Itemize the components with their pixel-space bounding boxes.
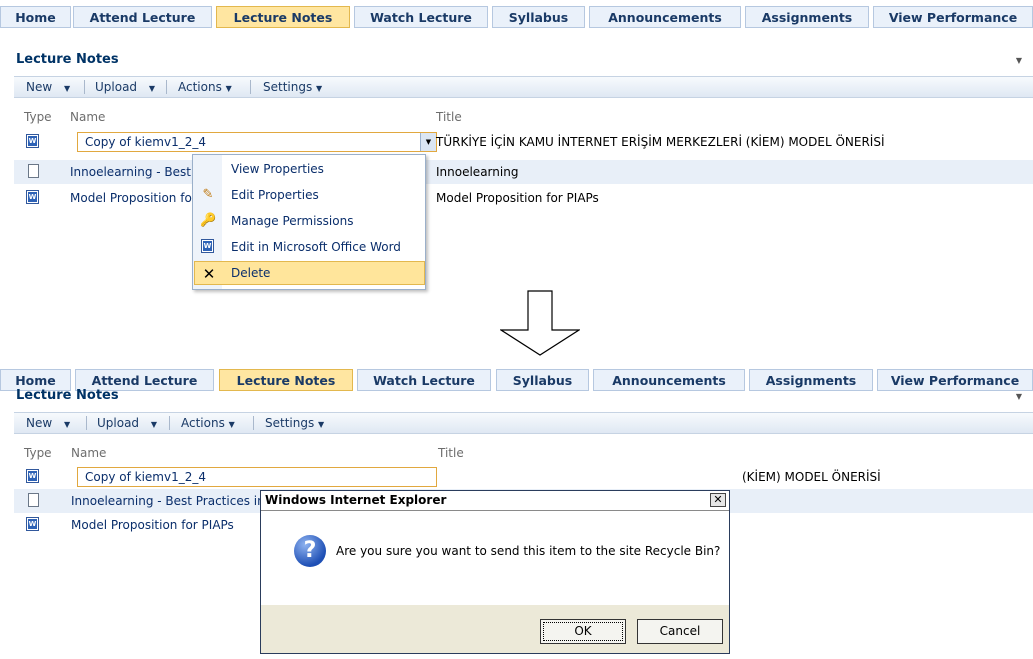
dialog-message: Are you sure you want to send this item … [336, 544, 721, 558]
column-header-type[interactable]: Type [24, 110, 52, 124]
upload-label: Upload [95, 80, 138, 94]
menu-item-manage-permissions[interactable]: 🔑 Manage Permissions [194, 209, 425, 233]
new-menu[interactable]: New ▼ [26, 80, 70, 94]
separator [169, 416, 170, 430]
new-label: New [26, 80, 53, 94]
menu-item-delete[interactable]: ✕ Delete [194, 261, 425, 285]
top-nav: Home Attend Lecture Lecture Notes Watch … [0, 369, 1033, 393]
upload-menu[interactable]: Upload ▼ [95, 80, 155, 94]
table-row: W Copy of kiemv1_2_4 (KİEM) MODEL ÖNERİS… [14, 465, 1033, 489]
actions-label: Actions [178, 80, 222, 94]
upload-menu[interactable]: Upload ▼ [97, 416, 157, 430]
new-label: New [26, 416, 53, 430]
word-document-icon: W [201, 239, 214, 253]
tab-attend-lecture[interactable]: Attend Lecture [73, 6, 212, 28]
tab-watch-lecture[interactable]: Watch Lecture [357, 369, 491, 391]
document-name-link[interactable]: Model Proposition for PIAPs [71, 518, 234, 532]
tab-watch-lecture[interactable]: Watch Lecture [354, 6, 488, 28]
column-header-name[interactable]: Name [70, 110, 105, 124]
document-title: Model Proposition for PIAPs [436, 191, 599, 205]
chevron-down-icon[interactable]: ▼ [1016, 392, 1022, 401]
word-document-icon: W [26, 517, 39, 531]
document-name-link[interactable]: Copy of kiemv1_2_4 [85, 135, 206, 149]
settings-menu[interactable]: Settings ▼ [263, 80, 322, 94]
menu-item-label: View Properties [231, 162, 324, 176]
word-document-icon: W [26, 469, 39, 483]
document-name-link[interactable]: Innoelearning - Best I [70, 165, 198, 179]
new-menu[interactable]: New ▼ [26, 416, 70, 430]
permissions-icon: 🔑 [200, 213, 217, 228]
document-name-link[interactable]: Innoelearning - Best Practices in [71, 494, 265, 508]
separator [84, 80, 85, 94]
table-row: Innoelearning - Best I Innoelearning [14, 160, 1033, 184]
dialog-body: ? Are you sure you want to send this ite… [261, 511, 729, 605]
column-header-title[interactable]: Title [438, 446, 464, 460]
document-title: (KİEM) MODEL ÖNERİSİ [742, 470, 881, 484]
tab-lecture-notes[interactable]: Lecture Notes [219, 369, 353, 391]
table-row: W Copy of kiemv1_2_4 ▼ TÜRKİYE İÇİN KAMU… [14, 130, 1033, 154]
separator [250, 80, 251, 94]
tab-announcements[interactable]: Announcements [593, 369, 745, 391]
tab-announcements[interactable]: Announcements [589, 6, 741, 28]
word-document-icon: W [26, 134, 39, 148]
tab-view-performance[interactable]: View Performance [873, 6, 1033, 28]
tab-assignments[interactable]: Assignments [745, 6, 869, 28]
page-title: Lecture Notes [16, 52, 119, 67]
document-name-link[interactable]: Model Proposition for [70, 191, 197, 205]
item-context-menu: View Properties ✎ Edit Properties 🔑 Mana… [192, 154, 426, 290]
name-dropdown[interactable]: Copy of kiemv1_2_4 [77, 467, 437, 487]
table-row: W Model Proposition for Model Propositio… [14, 186, 1033, 210]
settings-label: Settings [263, 80, 313, 94]
tab-assignments[interactable]: Assignments [749, 369, 873, 391]
top-nav: Home Attend Lecture Lecture Notes Watch … [0, 6, 1033, 30]
menu-item-view-properties[interactable]: View Properties [194, 157, 425, 181]
name-dropdown[interactable]: Copy of kiemv1_2_4 ▼ [77, 132, 437, 152]
document-title: Innoelearning [436, 165, 519, 179]
dialog-title: Windows Internet Explorer [265, 493, 447, 507]
menu-item-label: Edit in Microsoft Office Word [231, 240, 401, 254]
tab-view-performance[interactable]: View Performance [877, 369, 1033, 391]
transition-arrow-icon [500, 290, 580, 356]
list-toolbar: New ▼ Upload ▼ Actions ▼ Settings ▼ [14, 76, 1033, 98]
separator [253, 416, 254, 430]
menu-item-edit-in-word[interactable]: W Edit in Microsoft Office Word [194, 235, 425, 259]
chevron-down-icon[interactable]: ▼ [1016, 56, 1022, 65]
separator [86, 416, 87, 430]
settings-label: Settings [265, 416, 315, 430]
close-button[interactable]: ✕ [710, 493, 726, 507]
tab-syllabus[interactable]: Syllabus [492, 6, 585, 28]
actions-menu[interactable]: Actions ▼ [178, 80, 232, 94]
dialog-title-bar: Windows Internet Explorer ✕ [261, 491, 729, 511]
document-icon [28, 164, 39, 178]
menu-item-label: Delete [231, 266, 271, 280]
actions-menu[interactable]: Actions ▼ [181, 416, 235, 430]
document-title: TÜRKİYE İÇİN KAMU İNTERNET ERİŞİM MERKEZ… [436, 135, 885, 149]
word-document-icon: W [26, 190, 39, 204]
document-icon [28, 493, 39, 507]
edit-icon: ✎ [202, 187, 214, 202]
actions-label: Actions [181, 416, 225, 430]
confirm-dialog: Windows Internet Explorer ✕ ? Are you su… [260, 490, 730, 654]
document-name-link[interactable]: Copy of kiemv1_2_4 [85, 470, 206, 484]
page-title: Lecture Notes [16, 388, 119, 403]
separator [166, 80, 167, 94]
ok-button[interactable]: OK [540, 619, 626, 644]
column-header-type[interactable]: Type [24, 446, 52, 460]
tab-syllabus[interactable]: Syllabus [496, 369, 589, 391]
delete-icon: ✕ [202, 265, 216, 283]
menu-item-edit-properties[interactable]: ✎ Edit Properties [194, 183, 425, 207]
column-header-name[interactable]: Name [71, 446, 106, 460]
tab-home[interactable]: Home [0, 6, 71, 28]
before-panel: Home Attend Lecture Lecture Notes Watch … [0, 6, 1033, 296]
cancel-button[interactable]: Cancel [637, 619, 723, 644]
list-toolbar: New ▼ Upload ▼ Actions ▼ Settings ▼ [14, 412, 1033, 434]
column-header-title[interactable]: Title [436, 110, 462, 124]
question-icon: ? [294, 535, 326, 567]
menu-item-label: Edit Properties [231, 188, 319, 202]
menu-item-label: Manage Permissions [231, 214, 354, 228]
settings-menu[interactable]: Settings ▼ [265, 416, 324, 430]
upload-label: Upload [97, 416, 140, 430]
tab-lecture-notes[interactable]: Lecture Notes [216, 6, 350, 28]
chevron-down-icon[interactable]: ▼ [420, 133, 436, 151]
